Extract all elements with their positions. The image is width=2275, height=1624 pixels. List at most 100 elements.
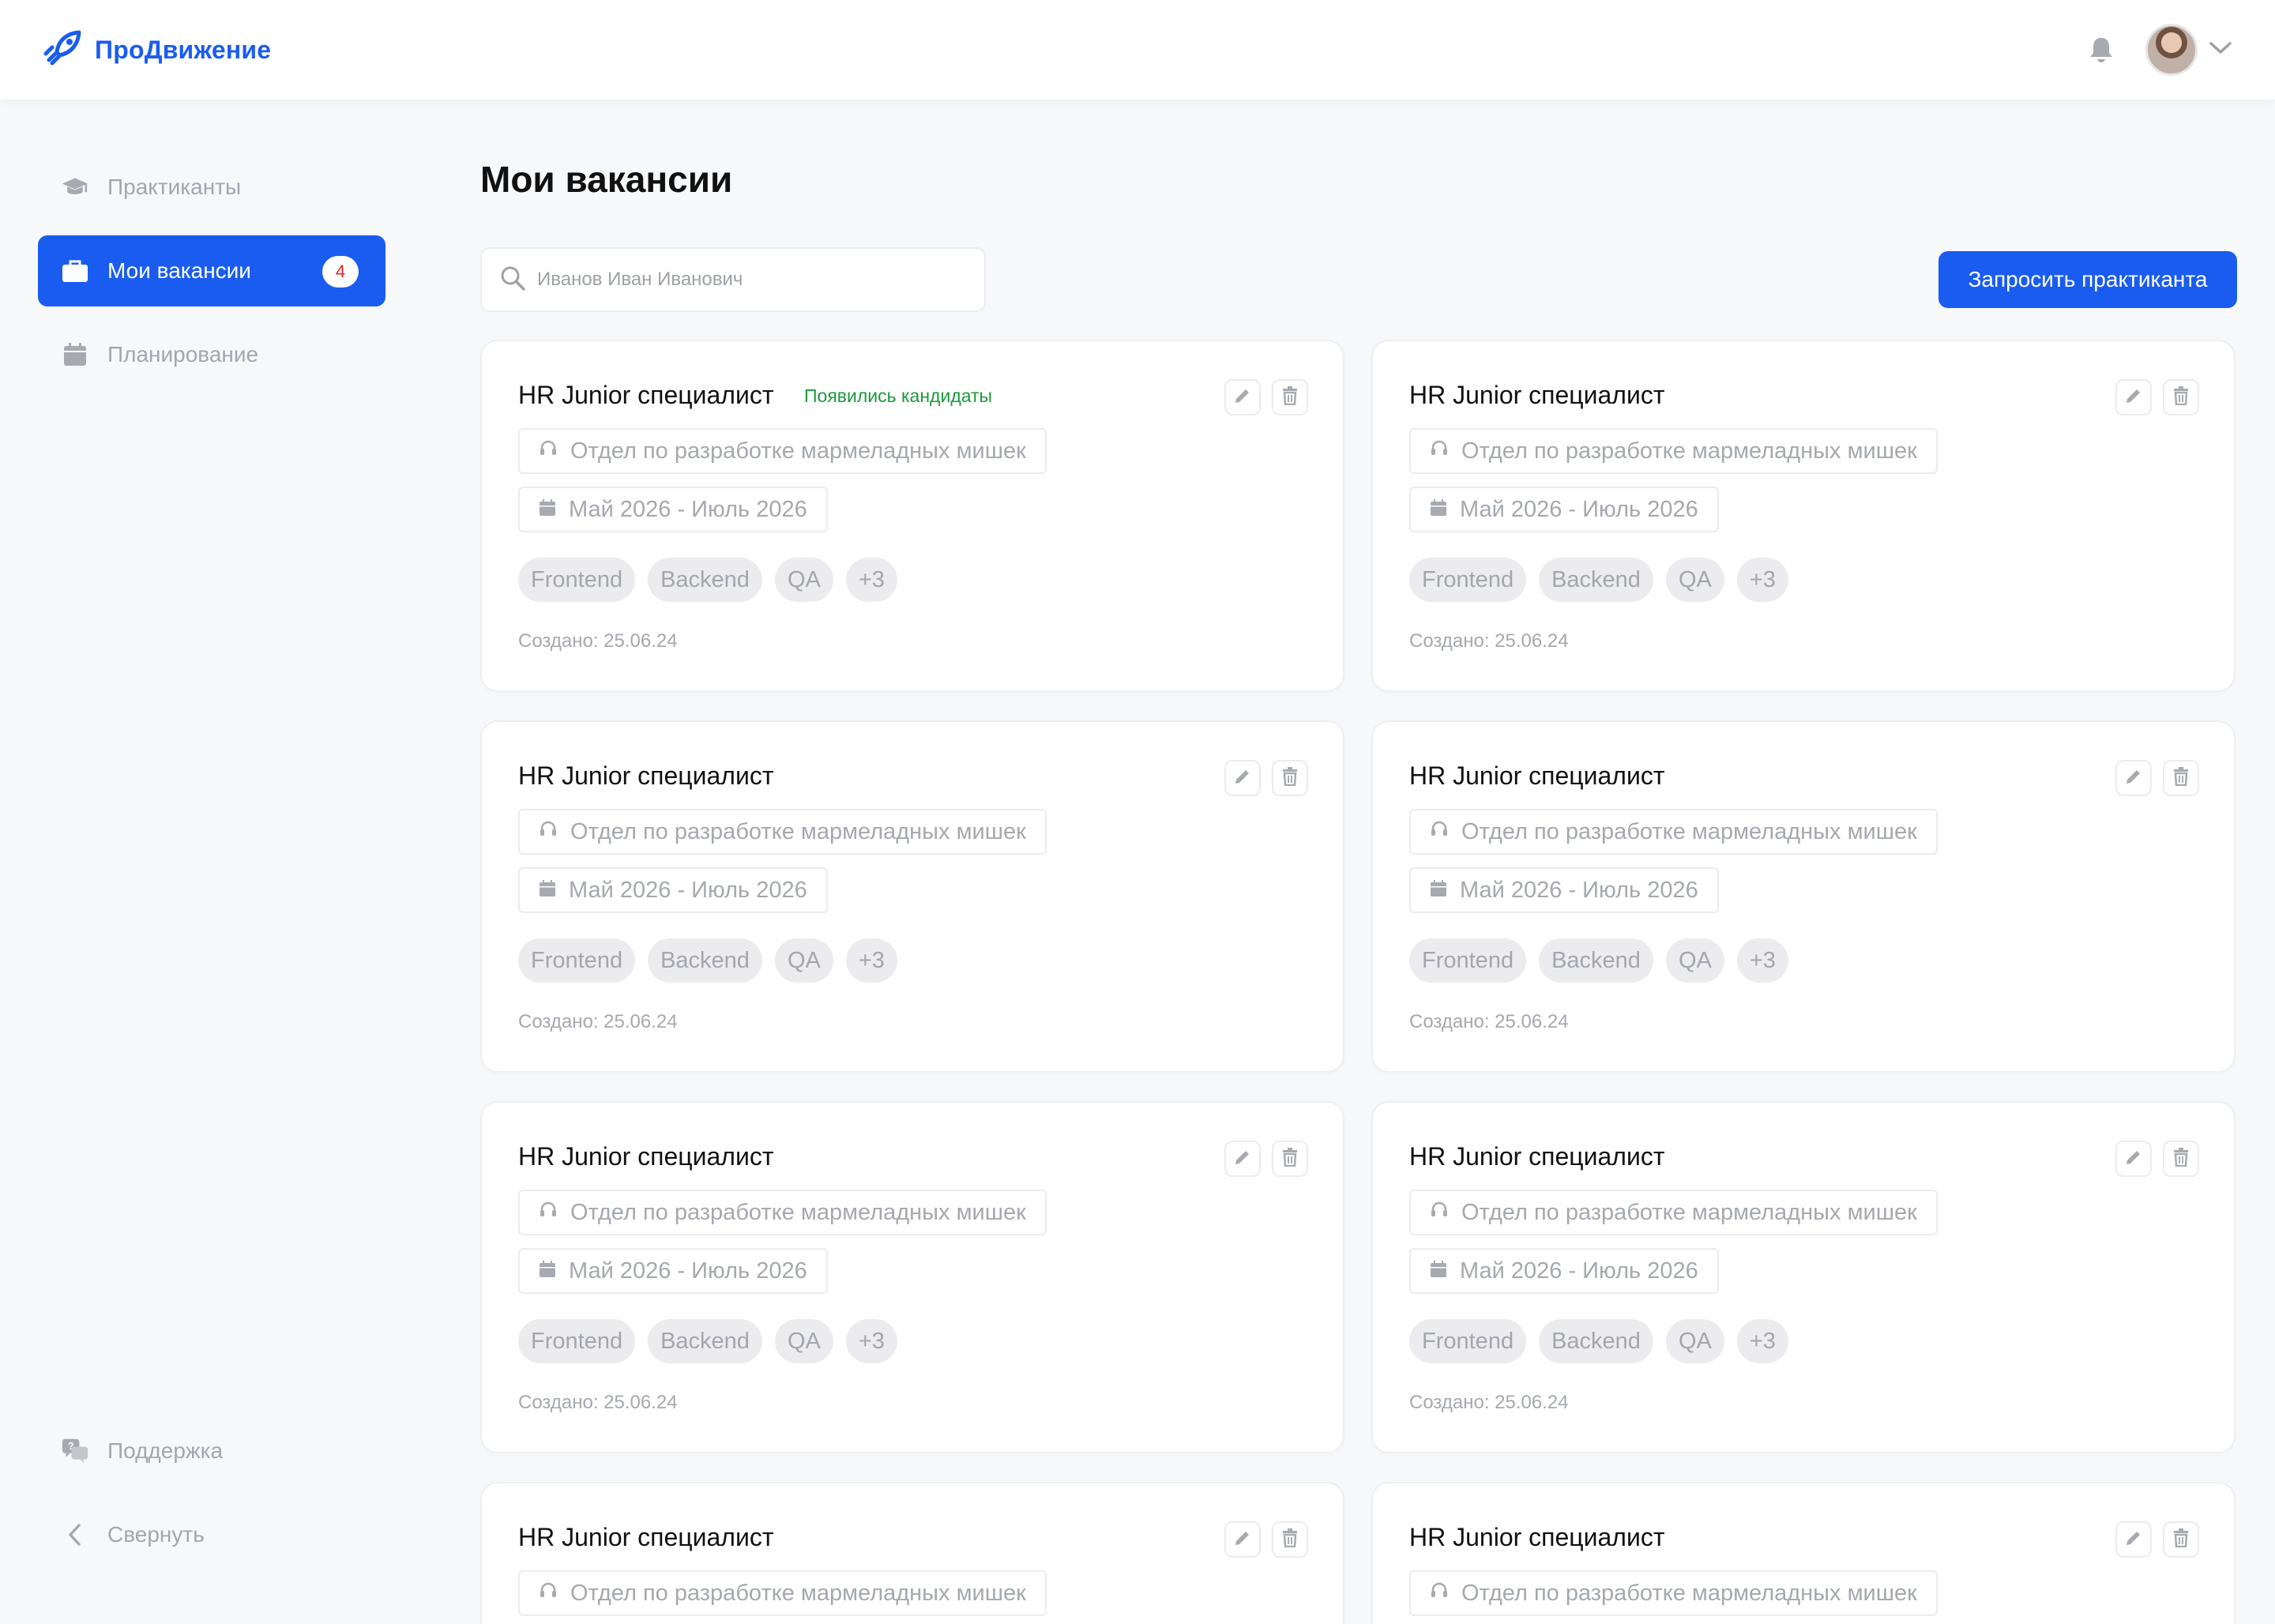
edit-button[interactable] [1224,379,1261,415]
edit-button[interactable] [1224,760,1261,796]
skill-tag: QA [1665,938,1724,983]
delete-button[interactable] [1272,760,1308,796]
department-text: Отдел по разработке мармеладных мишек [570,1580,1026,1606]
period-chip: Май 2026 - Июль 2026 [1409,867,1719,913]
calendar-icon [1430,1258,1447,1284]
delete-button[interactable] [2163,1521,2199,1558]
pencil-icon [2124,386,2143,409]
department-chip: Отдел по разработке мармеладных мишек [518,809,1047,855]
search-box[interactable] [480,247,986,312]
user-menu[interactable] [2145,24,2232,76]
department-text: Отдел по разработке мармеладных мишек [1461,818,1917,844]
vacancy-card[interactable]: HR Junior специалист Отдел по разработке… [480,720,1344,1073]
department-text: Отдел по разработке мармеладных мишек [1461,1580,1917,1606]
edit-button[interactable] [2115,379,2152,415]
period-text: Май 2026 - Июль 2026 [569,877,807,903]
more-tags[interactable]: +3 [845,1319,897,1363]
delete-button[interactable] [2163,760,2199,796]
bell-icon[interactable] [2084,32,2119,67]
department-text: Отдел по разработке мармеладных мишек [1461,1199,1917,1225]
more-tags[interactable]: +3 [1736,938,1788,983]
skill-tag: Backend [1539,1319,1653,1363]
more-tags[interactable]: +3 [1736,558,1788,602]
edit-button[interactable] [2115,1521,2152,1558]
vacancy-card[interactable]: HR Junior специалист Отдел по разработке… [1371,1482,2236,1624]
sidebar-item-interns[interactable]: Практиканты [38,152,385,223]
vacancy-card[interactable]: HR Junior специалист Отдел по разработке… [1371,720,2236,1073]
vacancy-card[interactable]: HR Junior специалист Отдел по разработке… [1371,340,2236,692]
pencil-icon [2124,1148,2143,1171]
skill-tag: Frontend [1409,938,1527,983]
skill-tag: QA [1665,1319,1724,1363]
headset-icon [1430,819,1449,845]
more-tags[interactable]: +3 [845,938,897,983]
department-chip: Отдел по разработке мармеладных мишек [1409,1570,1938,1616]
delete-button[interactable] [1272,379,1308,415]
top-bar: ПроДвижение [0,0,2275,100]
skill-tags: Frontend Backend QA +3 [1409,558,1788,602]
page-title: Мои вакансии [480,159,733,200]
calendar-icon [62,341,88,368]
trash-icon [1281,385,1299,409]
trash-icon [1281,766,1299,790]
department-chip: Отдел по разработке мармеладных мишек [518,428,1047,474]
period-text: Май 2026 - Июль 2026 [569,1257,807,1284]
period-text: Май 2026 - Июль 2026 [1460,496,1698,522]
delete-button[interactable] [1272,1141,1308,1177]
graduation-cap-icon [62,174,88,201]
skill-tag: Frontend [518,938,636,983]
department-chip: Отдел по разработке мармеладных мишек [518,1190,1047,1235]
skill-tag: QA [1665,558,1724,602]
vacancy-card[interactable]: HR Junior специалист Отдел по разработке… [1371,1101,2236,1453]
vacancy-title: HR Junior специалист [1409,761,1665,790]
more-tags[interactable]: +3 [845,558,897,602]
vacancy-title: HR Junior специалист [518,1142,774,1171]
trash-icon [2172,385,2190,409]
skill-tag: Backend [648,938,762,983]
vacancy-title: HR Junior специалист [518,1523,774,1551]
delete-button[interactable] [1272,1521,1308,1558]
edit-button[interactable] [1224,1521,1261,1558]
logo-text: ПроДвижение [95,35,272,64]
skill-tag: QA [774,558,833,602]
period-chip: Май 2026 - Июль 2026 [518,867,828,913]
support-label: Поддержка [107,1438,224,1463]
calendar-icon [539,1258,556,1284]
period-chip: Май 2026 - Июль 2026 [1409,487,1719,532]
headset-icon [539,1200,558,1226]
collapse-sidebar-button[interactable]: Свернуть [38,1499,385,1570]
pencil-icon [1233,386,1252,409]
pencil-icon [2124,767,2143,790]
period-text: Май 2026 - Июль 2026 [569,496,807,522]
vacancy-title: HR Junior специалист [1409,1142,1665,1171]
skill-tags: Frontend Backend QA +3 [518,1319,897,1363]
sidebar-item-my-vacancies[interactable]: Мои вакансии 4 [38,235,385,306]
pencil-icon [1233,1148,1252,1171]
more-tags[interactable]: +3 [1736,1319,1788,1363]
trash-icon [2172,1528,2190,1551]
delete-button[interactable] [2163,1141,2199,1177]
request-intern-button[interactable]: Запросить практиканта [1938,251,2237,308]
vacancy-title: HR Junior специалист [518,761,774,790]
pencil-icon [1233,767,1252,790]
search-input[interactable] [537,269,980,291]
vacancy-card[interactable]: HR Junior специалист Появились кандидаты… [480,340,1344,692]
vacancy-card[interactable]: HR Junior специалист Отдел по разработке… [480,1482,1344,1624]
logo[interactable]: ПроДвижение [43,30,271,70]
created-date: Создано: 25.06.24 [1409,630,1569,652]
pencil-icon [2124,1528,2143,1551]
vacancy-card[interactable]: HR Junior специалист Отдел по разработке… [480,1101,1344,1453]
svg-text:?: ? [68,1441,74,1452]
edit-button[interactable] [2115,1141,2152,1177]
created-date: Создано: 25.06.24 [518,1011,678,1032]
skill-tag: Backend [648,558,762,602]
skill-tags: Frontend Backend QA +3 [518,938,897,983]
status-label: Появились кандидаты [804,385,993,406]
sidebar-item-planning[interactable]: Планирование [38,319,385,390]
edit-button[interactable] [1224,1141,1261,1177]
support-chat-icon: ? [62,1438,88,1464]
delete-button[interactable] [2163,379,2199,415]
edit-button[interactable] [2115,760,2152,796]
created-date: Создано: 25.06.24 [518,1392,678,1413]
support-link[interactable]: ? Поддержка [38,1415,385,1487]
